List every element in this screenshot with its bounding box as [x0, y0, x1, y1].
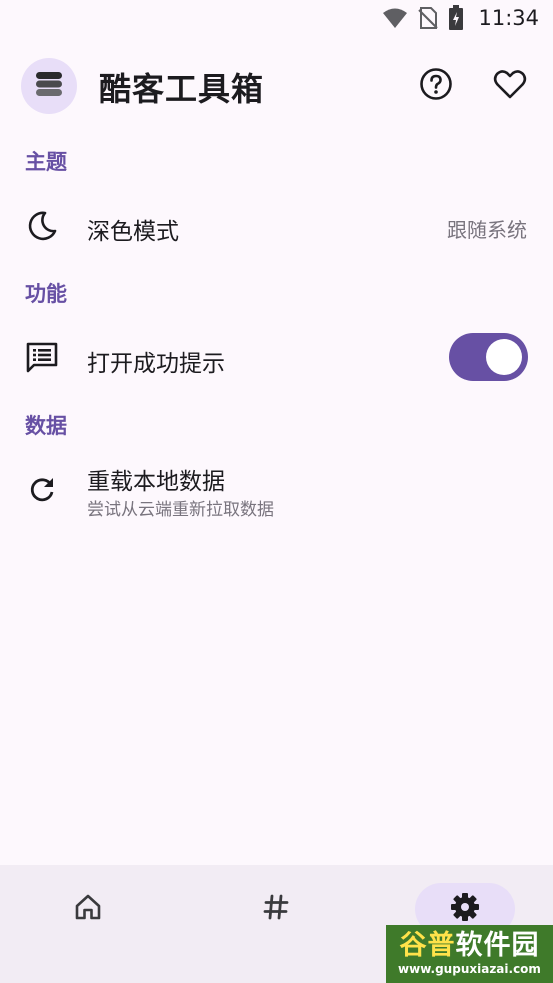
- status-bar: 11:34: [0, 0, 553, 36]
- dark-mode-setting[interactable]: 深色模式 跟随系统: [0, 200, 553, 252]
- watermark-main: 软件园: [455, 930, 540, 961]
- dark-mode-label: 深色模式: [87, 219, 179, 245]
- message-list-icon: [22, 338, 62, 378]
- battery-charging-icon: [448, 5, 464, 31]
- home-icon: [73, 893, 103, 925]
- gear-icon: [450, 892, 480, 926]
- watermark-accent: 谷普: [399, 930, 456, 961]
- section-title-data: 数据: [25, 414, 67, 438]
- dark-mode-value: 跟随系统: [447, 218, 527, 242]
- watermark-url: www.gupuxiazai.com: [398, 962, 541, 976]
- watermark-logo: 谷普软件园 www.gupuxiazai.com: [386, 925, 553, 983]
- reload-local-data-summary: 尝试从云端重新拉取数据: [87, 500, 274, 520]
- watermark-title: 谷普软件园: [400, 931, 540, 961]
- section-title-theme: 主题: [25, 150, 67, 174]
- wifi-icon: [382, 7, 408, 29]
- open-success-tip-switch[interactable]: [449, 333, 528, 381]
- clock: 11:34: [478, 6, 539, 30]
- switch-thumb: [486, 339, 522, 375]
- app-bar: 酷客工具箱: [0, 56, 553, 118]
- app-logo: [21, 58, 77, 114]
- app-title: 酷客工具箱: [99, 70, 265, 108]
- heart-icon: [493, 68, 527, 104]
- open-success-tip-label: 打开成功提示: [87, 351, 225, 377]
- moon-icon: [22, 206, 62, 246]
- open-success-tip-setting[interactable]: 打开成功提示: [0, 330, 553, 386]
- hashtag-icon: [262, 893, 290, 925]
- stack-layers-icon: [34, 69, 64, 103]
- section-title-features: 功能: [25, 282, 67, 306]
- refresh-icon: [22, 470, 62, 510]
- help-button[interactable]: [416, 66, 456, 106]
- nav-item-tags[interactable]: [226, 883, 326, 935]
- favorite-button[interactable]: [490, 66, 530, 106]
- reload-local-data-setting[interactable]: 重载本地数据 尝试从云端重新拉取数据: [0, 458, 553, 524]
- reload-local-data-label: 重载本地数据: [87, 469, 225, 495]
- no-sim-icon: [418, 6, 439, 30]
- nav-item-home[interactable]: [38, 883, 138, 935]
- help-icon: [419, 67, 453, 105]
